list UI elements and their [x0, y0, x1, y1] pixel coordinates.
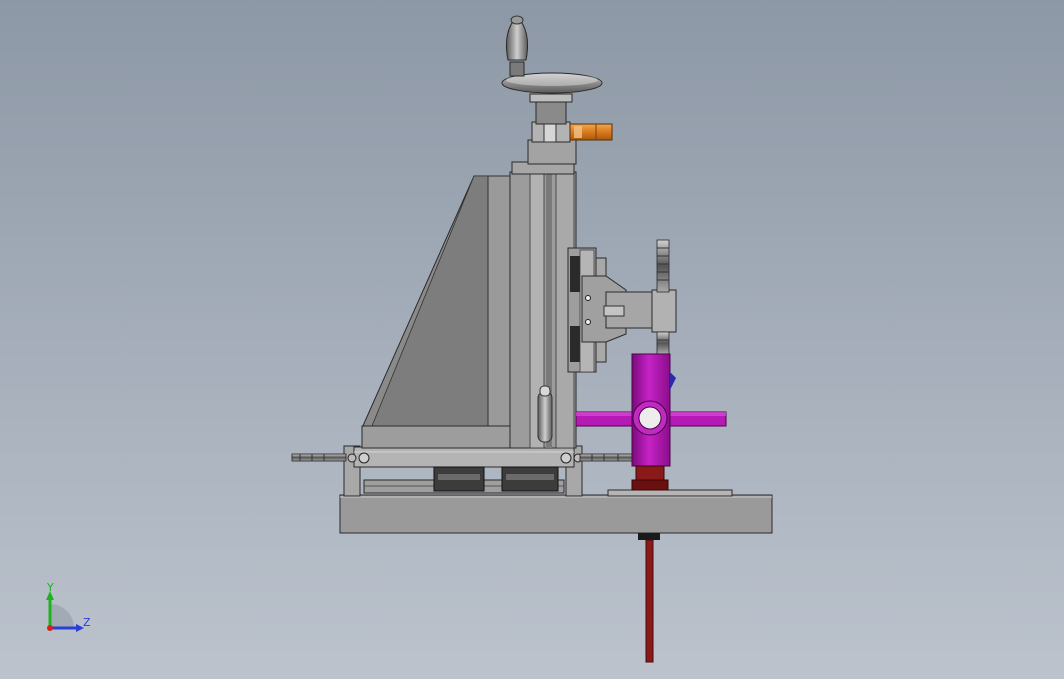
base-plate — [339, 494, 773, 534]
probe-bracket — [603, 289, 677, 333]
probe-rod — [638, 533, 660, 663]
column-lock-knob[interactable] — [537, 385, 553, 443]
right-lead-screw[interactable] — [579, 453, 637, 462]
column-head — [527, 93, 577, 165]
fixture-pad — [607, 489, 733, 497]
axis-triad — [46, 591, 84, 632]
y-axis-label: Y — [47, 581, 54, 594]
magenta-clamp[interactable] — [575, 353, 727, 467]
clamp-lever[interactable] — [569, 123, 613, 141]
hand-wheel-grip[interactable] — [505, 15, 529, 77]
collet — [631, 465, 669, 491]
left-lead-screw[interactable] — [291, 453, 347, 462]
column-gusset — [361, 175, 513, 449]
z-axis-label: Z — [83, 616, 91, 629]
slide-frame — [343, 445, 583, 497]
cad-viewport[interactable]: Y Z — [0, 0, 1064, 679]
